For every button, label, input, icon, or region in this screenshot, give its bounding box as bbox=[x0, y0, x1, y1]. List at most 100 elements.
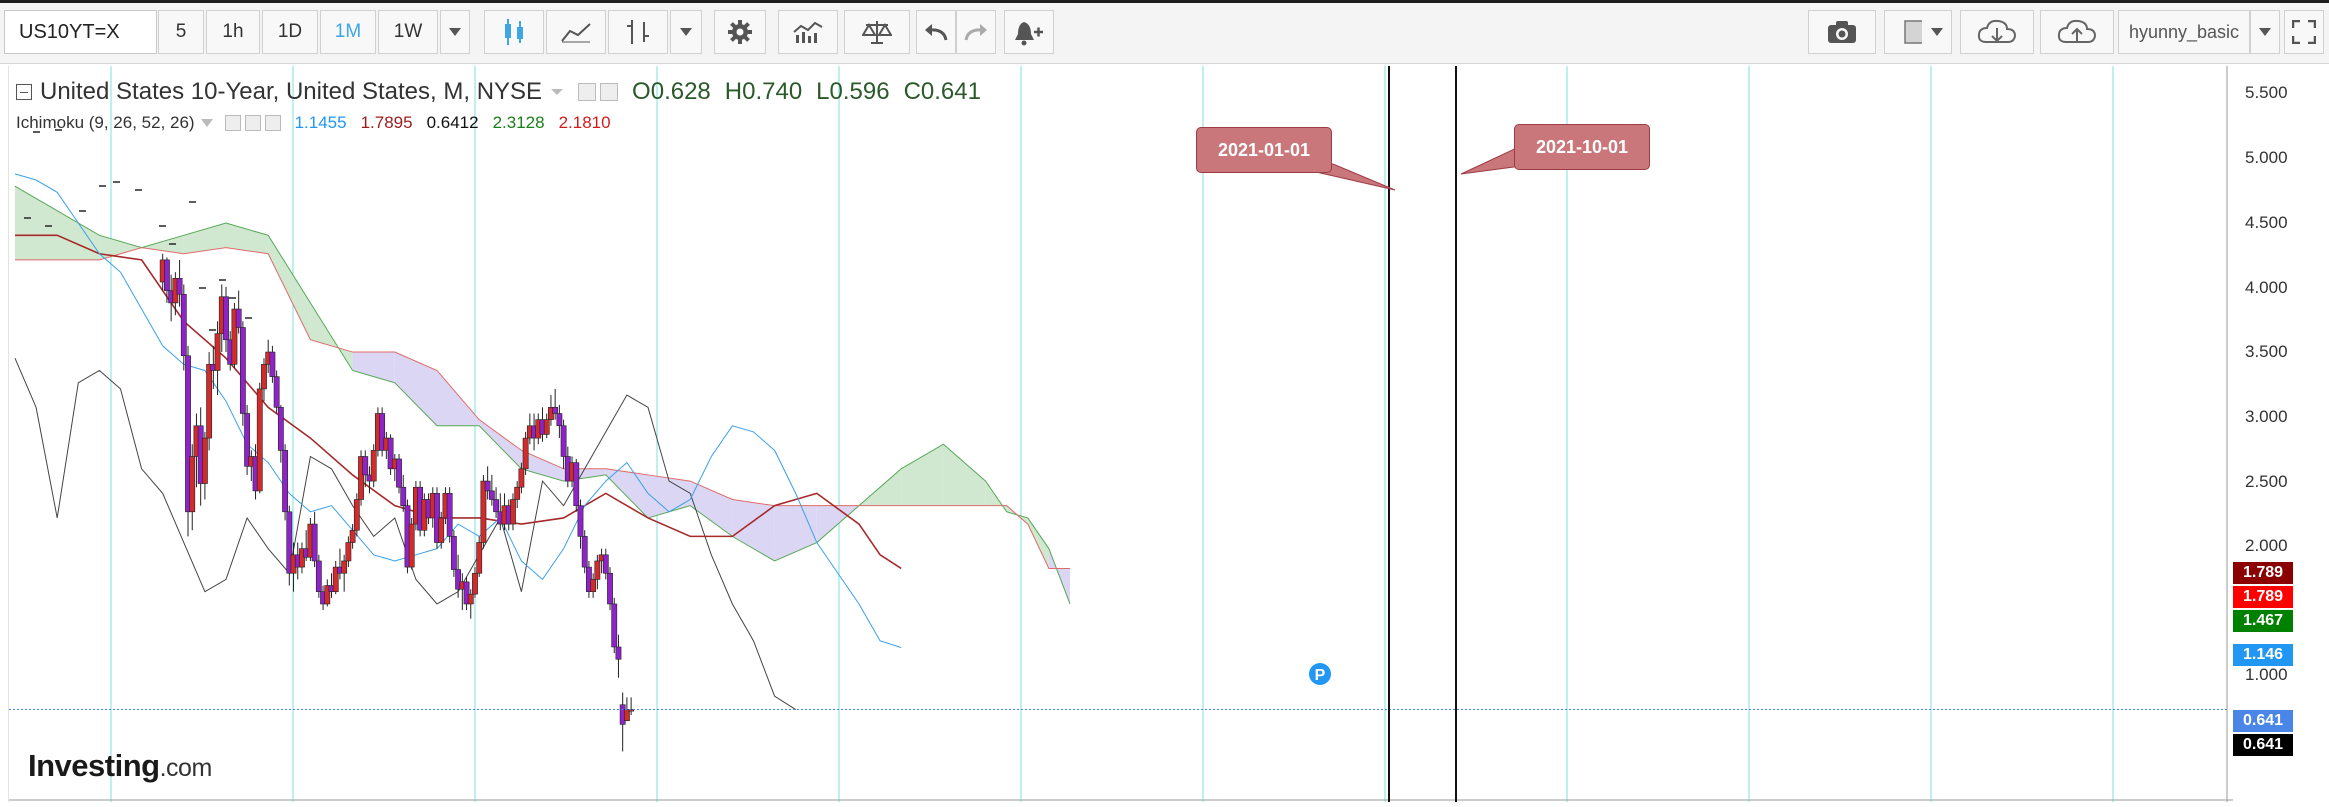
candle-body bbox=[594, 560, 601, 580]
candle-body bbox=[189, 456, 196, 513]
fullscreen-button[interactable] bbox=[2284, 10, 2324, 54]
chevron-down-icon[interactable] bbox=[550, 87, 564, 97]
save-cloud-button[interactable] bbox=[2040, 10, 2114, 54]
chart-pane[interactable]: P bbox=[8, 66, 2233, 802]
chevron-down-icon[interactable] bbox=[200, 119, 213, 127]
annotation-callout-1[interactable]: 2021-01-01 bbox=[1196, 127, 1332, 173]
annotation-callout-2[interactable]: 2021-10-01 bbox=[1514, 124, 1650, 170]
last-price-tag: 0.641 bbox=[2233, 734, 2293, 756]
cloud-download-icon bbox=[1977, 19, 2017, 43]
load-cloud-button[interactable] bbox=[1960, 10, 2034, 54]
candle-body bbox=[518, 468, 525, 488]
ohlc-close: C0.641 bbox=[903, 78, 981, 105]
candle-body bbox=[450, 536, 457, 570]
candle-body bbox=[510, 499, 516, 525]
candle-body bbox=[315, 560, 322, 592]
candle-body bbox=[206, 364, 213, 439]
indicators-button[interactable] bbox=[778, 10, 838, 54]
interval-1w-button[interactable]: 1W bbox=[378, 10, 438, 54]
ichimoku-cloud-segment bbox=[732, 499, 775, 561]
price-axis-label: 2.000 bbox=[2245, 536, 2288, 555]
candle-body bbox=[590, 579, 597, 592]
logo-suffix-text: .com bbox=[159, 754, 213, 782]
candle-body bbox=[256, 388, 263, 492]
main-legend: United States 10-Year, United States, M,… bbox=[16, 78, 981, 106]
candle-body bbox=[353, 499, 360, 531]
candle-body bbox=[543, 419, 550, 435]
interval-5-button[interactable]: 5 bbox=[158, 10, 204, 54]
price-axis-label: 3.000 bbox=[2245, 407, 2288, 426]
crosshair-price-tag: 0.641 bbox=[2233, 710, 2293, 732]
ichimoku-tenkan-value: 1.1455 bbox=[294, 113, 347, 132]
ichimoku-span-a-value: 2.3128 bbox=[492, 113, 545, 132]
alert-button[interactable] bbox=[1004, 10, 1054, 54]
callout-pointer-2 bbox=[1460, 145, 1522, 175]
ichimoku-chikou-value: 0.6412 bbox=[426, 113, 479, 132]
candle-body bbox=[514, 486, 521, 500]
span-b-price-tag: 1.789 bbox=[2233, 586, 2293, 608]
price-axis-label: 1.000 bbox=[2245, 665, 2288, 684]
close-icon[interactable] bbox=[264, 115, 281, 131]
candle-body bbox=[370, 450, 377, 482]
candle-body bbox=[164, 259, 170, 291]
candles-style-button[interactable] bbox=[484, 10, 544, 54]
price-axis-label: 4.500 bbox=[2245, 213, 2288, 232]
eye-icon[interactable] bbox=[578, 83, 597, 101]
redo-icon bbox=[964, 24, 987, 41]
chevron-down-icon bbox=[680, 28, 692, 36]
price-axis-label: 3.500 bbox=[2245, 342, 2288, 361]
candle-body bbox=[556, 413, 563, 427]
candle-body bbox=[214, 333, 221, 371]
ichimoku-kijun-value: 1.7895 bbox=[360, 113, 413, 132]
candle-body bbox=[488, 490, 495, 500]
snapshot-button[interactable] bbox=[1808, 10, 1876, 54]
interval-dropdown-button[interactable] bbox=[440, 10, 470, 54]
settings-button[interactable] bbox=[714, 10, 766, 54]
ichimoku-cloud-segment bbox=[774, 505, 817, 561]
chart-style-dropdown-button[interactable] bbox=[670, 10, 702, 54]
chevron-down-icon bbox=[1930, 28, 1943, 36]
price-chart[interactable]: P bbox=[9, 66, 2233, 802]
candle-body bbox=[438, 517, 445, 543]
redo-button[interactable] bbox=[956, 10, 996, 54]
ichimoku-cloud-segment bbox=[352, 352, 395, 383]
price-axis-label: 5.000 bbox=[2245, 148, 2288, 167]
eye-icon[interactable] bbox=[224, 115, 241, 131]
candle-body bbox=[408, 523, 415, 568]
gear-icon bbox=[728, 20, 752, 44]
line-style-button[interactable] bbox=[546, 10, 606, 54]
undo-button[interactable] bbox=[916, 10, 956, 54]
gear-icon[interactable] bbox=[600, 83, 619, 101]
kijun-price-tag: 1.789 bbox=[2233, 562, 2293, 584]
ichimoku-cloud-segment bbox=[226, 223, 269, 254]
user-template-button[interactable]: hyunny_basic bbox=[2118, 10, 2250, 54]
candle-body bbox=[269, 351, 276, 377]
collapse-legend-icon[interactable] bbox=[16, 84, 32, 100]
ohlc-low: L0.596 bbox=[816, 78, 890, 105]
candle-body bbox=[261, 364, 267, 390]
candle-body bbox=[235, 308, 242, 328]
span-a-price-tag: 1.467 bbox=[2233, 610, 2293, 632]
gear-icon[interactable] bbox=[244, 115, 261, 131]
investing-logo: Investing.com bbox=[28, 748, 212, 784]
bars-style-button[interactable] bbox=[608, 10, 668, 54]
price-axis-label: 5.500 bbox=[2245, 83, 2288, 102]
candle-body bbox=[602, 554, 609, 574]
ichimoku-cloud-segment bbox=[183, 223, 226, 254]
user-dropdown-button[interactable] bbox=[2250, 10, 2280, 54]
compare-button[interactable] bbox=[844, 10, 910, 54]
interval-1m-button[interactable]: 1M bbox=[320, 10, 376, 54]
ichimoku-span-b-value: 2.1810 bbox=[558, 113, 611, 132]
candle-body bbox=[552, 407, 559, 414]
candle-body bbox=[180, 293, 187, 357]
candle-body bbox=[446, 493, 453, 537]
ichimoku-cloud-segment bbox=[479, 419, 522, 469]
interval-1h-button[interactable]: 1h bbox=[206, 10, 260, 54]
indicator-title: Ichimoku (9, 26, 52, 26) bbox=[16, 113, 195, 132]
chevron-down-icon bbox=[2259, 28, 2271, 36]
ichimoku-cloud-segment bbox=[437, 370, 480, 426]
symbol-input[interactable] bbox=[4, 10, 157, 54]
price-axis-label: 4.000 bbox=[2245, 278, 2288, 297]
interval-1d-button[interactable]: 1D bbox=[262, 10, 318, 54]
layout-dropdown-button[interactable] bbox=[1922, 10, 1952, 54]
